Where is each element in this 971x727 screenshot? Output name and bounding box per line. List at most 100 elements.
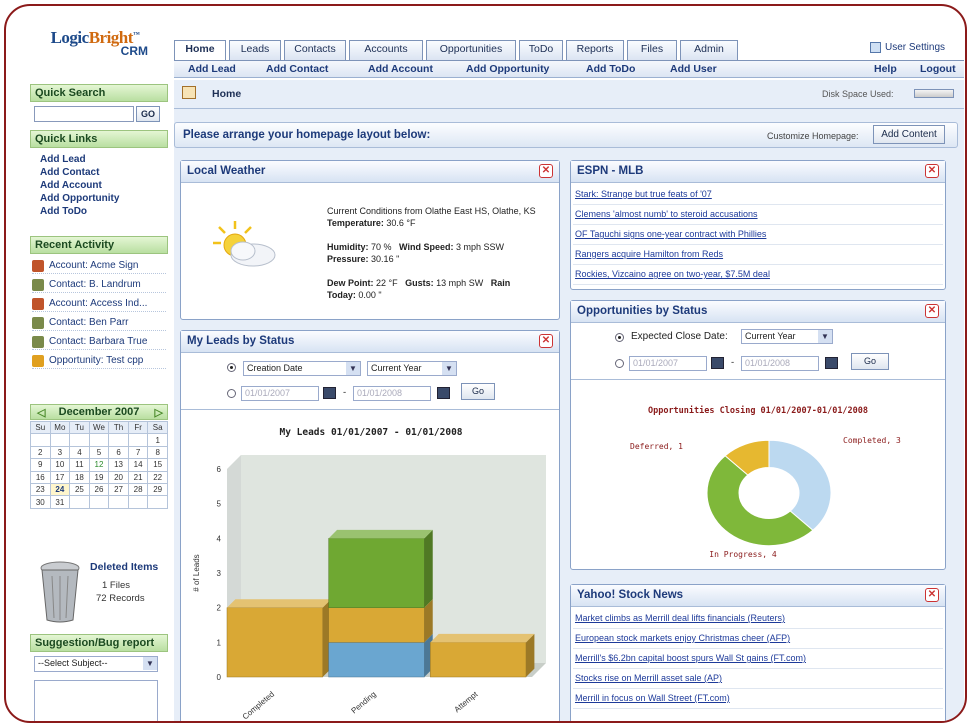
tab-home[interactable]: Home [174,40,226,61]
calendar-day[interactable]: 13 [108,458,129,472]
add-user-link[interactable]: Add User [670,63,717,75]
tab-admin[interactable]: Admin [680,40,738,60]
add-lead-link[interactable]: Add Lead [188,63,236,75]
quick-link-add-todo[interactable]: Add ToDo [40,206,87,217]
calendar-day[interactable]: 15 [147,458,168,472]
calendar-day[interactable]: 28 [127,482,149,497]
espn-news-link[interactable]: Rockies, Vizcaino agree on two-year, $7.… [575,269,770,279]
recent-activity-item[interactable]: Contact: B. Landrum [32,277,166,293]
espn-news-link[interactable]: OF Taguchi signs one-year contract with … [575,229,766,239]
opp-range-radio-preset[interactable] [615,333,624,342]
close-icon[interactable]: ✕ [539,334,553,348]
leads-range-radio-preset[interactable] [227,363,236,372]
opp-to-date-input[interactable]: 01/01/2008 [741,356,819,371]
suggestion-subject-select[interactable]: --Select Subject-- ▼ [34,656,158,672]
opp-go-button[interactable]: Go [851,353,889,370]
tab-files[interactable]: Files [627,40,677,60]
calendar-day[interactable]: 27 [108,482,129,497]
quick-search-go-button[interactable]: GO [136,106,160,122]
calendar-day[interactable]: 4 [69,445,90,460]
calendar-day[interactable]: 24 [49,482,71,497]
calendar-prev-icon[interactable]: ◁ [37,406,45,419]
logout-link[interactable]: Logout [920,63,956,75]
calendar-day[interactable]: 23 [30,482,51,497]
leads-go-button[interactable]: Go [461,383,495,400]
close-icon[interactable]: ✕ [925,304,939,318]
quick-link-add-account[interactable]: Add Account [40,180,102,191]
user-settings-link[interactable]: User Settings [870,42,945,53]
calendar-icon[interactable] [711,357,724,369]
quick-link-add-opportunity[interactable]: Add Opportunity [40,193,119,204]
trash-can-icon[interactable] [38,560,82,624]
add-account-link[interactable]: Add Account [368,63,433,75]
leads-to-date-input[interactable]: 01/01/2008 [353,386,431,401]
add-todo-link[interactable]: Add ToDo [586,63,635,75]
calendar-day[interactable]: 21 [127,470,149,484]
opp-period-select[interactable]: Current Year ▼ [741,329,833,344]
calendar-day[interactable]: 3 [49,445,71,460]
calendar-day[interactable]: 26 [88,482,110,497]
calendar-icon[interactable] [825,357,838,369]
close-icon[interactable]: ✕ [925,588,939,602]
calendar-day[interactable]: 10 [49,458,71,472]
opp-from-date-input[interactable]: 01/01/2007 [629,356,707,371]
calendar-day[interactable]: 8 [147,445,168,460]
recent-activity-item[interactable]: Opportunity: Test cpp [32,353,166,369]
recent-activity-item[interactable]: Contact: Ben Parr [32,315,166,331]
opp-range-radio-custom[interactable] [615,359,624,368]
leads-range-radio-custom[interactable] [227,389,236,398]
calendar-next-icon[interactable]: ▷ [155,406,163,419]
close-icon[interactable]: ✕ [539,164,553,178]
calendar-day[interactable]: 17 [49,470,71,484]
recent-activity-item[interactable]: Account: Access Ind... [32,296,166,312]
add-content-button[interactable]: Add Content [873,125,945,144]
calendar-day[interactable]: 16 [30,470,51,484]
leads-from-date-input[interactable]: 01/01/2007 [241,386,319,401]
deleted-items-link[interactable]: Deleted Items [90,561,158,573]
calendar-day[interactable]: 25 [69,482,90,497]
help-link[interactable]: Help [874,63,897,75]
yahoo-news-link[interactable]: Merrill in focus on Wall Street (FT.com) [575,693,730,703]
espn-news-link[interactable]: Clemens 'almost numb' to steroid accusat… [575,209,758,219]
close-icon[interactable]: ✕ [925,164,939,178]
calendar-day[interactable]: 14 [127,458,149,472]
espn-news-link[interactable]: Stark: Strange but true feats of '07 [575,189,712,199]
tab-leads[interactable]: Leads [229,40,281,60]
calendar-day[interactable]: 11 [69,458,90,472]
tab-reports[interactable]: Reports [566,40,624,60]
recent-activity-item[interactable]: Contact: Barbara True [32,334,166,350]
calendar-day[interactable]: 2 [30,445,51,460]
add-contact-link[interactable]: Add Contact [266,63,328,75]
calendar-day[interactable]: 18 [69,470,90,484]
calendar-day[interactable]: 22 [147,470,168,484]
leads-date-type-select[interactable]: Creation Date ▼ [243,361,361,376]
calendar-icon[interactable] [437,387,450,399]
calendar-day[interactable]: 30 [30,495,51,509]
tab-todo[interactable]: ToDo [519,40,563,60]
app-logo[interactable]: LogicBright™ CRM [30,28,160,78]
calendar-day[interactable]: 20 [108,470,129,484]
yahoo-news-link[interactable]: Merrill's $6.2bn capital boost spurs Wal… [575,653,806,663]
tab-accounts[interactable]: Accounts [349,40,423,60]
quick-search-input[interactable] [34,106,134,122]
recent-activity-item[interactable]: Account: Acme Sign [32,258,166,274]
suggestion-textarea[interactable] [34,680,158,721]
tab-opportunities[interactable]: Opportunities [426,40,516,60]
espn-news-link[interactable]: Rangers acquire Hamilton from Reds [575,249,723,259]
leads-period-select[interactable]: Current Year ▼ [367,361,457,376]
calendar-day[interactable]: 9 [30,458,51,472]
add-opportunity-link[interactable]: Add Opportunity [466,63,549,75]
yahoo-news-link[interactable]: Market climbs as Merrill deal lifts fina… [575,613,785,623]
calendar-day[interactable]: 7 [127,445,149,460]
calendar-day[interactable]: 6 [108,445,129,460]
yahoo-news-link[interactable]: European stock markets enjoy Christmas c… [575,633,790,643]
calendar-icon[interactable] [323,387,336,399]
calendar-day[interactable]: 31 [49,495,71,509]
calendar-day[interactable]: 5 [88,445,110,460]
tab-contacts[interactable]: Contacts [284,40,346,60]
quick-link-add-lead[interactable]: Add Lead [40,154,86,165]
calendar-day[interactable]: 29 [147,482,168,497]
yahoo-news-link[interactable]: Stocks rise on Merrill asset sale (AP) [575,673,722,683]
calendar-day[interactable]: 12 [88,458,110,472]
calendar-day[interactable]: 19 [88,470,110,484]
